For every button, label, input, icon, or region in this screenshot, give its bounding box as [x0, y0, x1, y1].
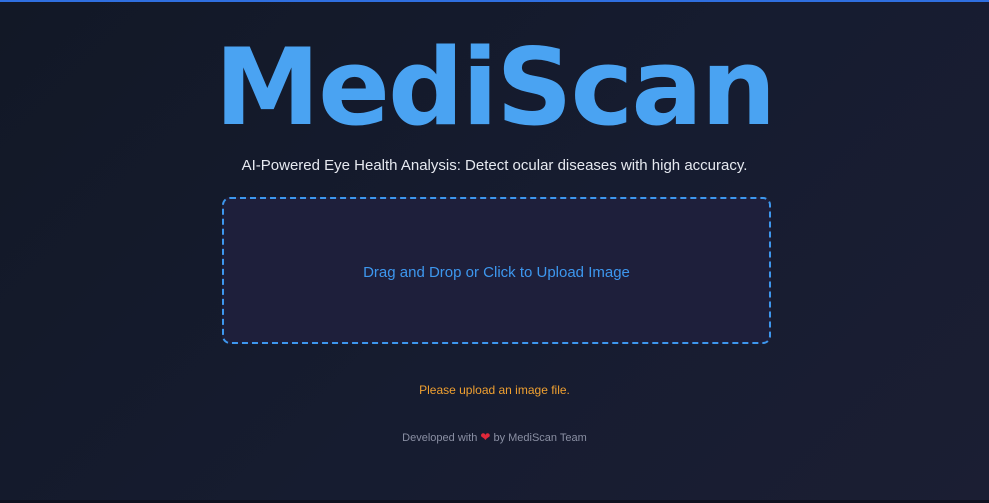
page: MediScan AI-Powered Eye Health Analysis:…	[0, 0, 989, 503]
upload-instruction: Drag and Drop or Click to Upload Image	[363, 264, 630, 281]
footer-prefix: Developed with	[402, 432, 478, 444]
app-title: MediScan	[214, 26, 777, 149]
footer-suffix: by MediScan Team	[493, 432, 587, 444]
app-subtitle: AI-Powered Eye Health Analysis: Detect o…	[241, 157, 748, 174]
image-upload-dropzone[interactable]: Drag and Drop or Click to Upload Image	[222, 197, 771, 344]
heart-icon: ❤	[480, 430, 491, 444]
status-message: Please upload an image file.	[419, 383, 570, 397]
footer: Developed with ❤ by MediScan Team	[0, 429, 989, 446]
